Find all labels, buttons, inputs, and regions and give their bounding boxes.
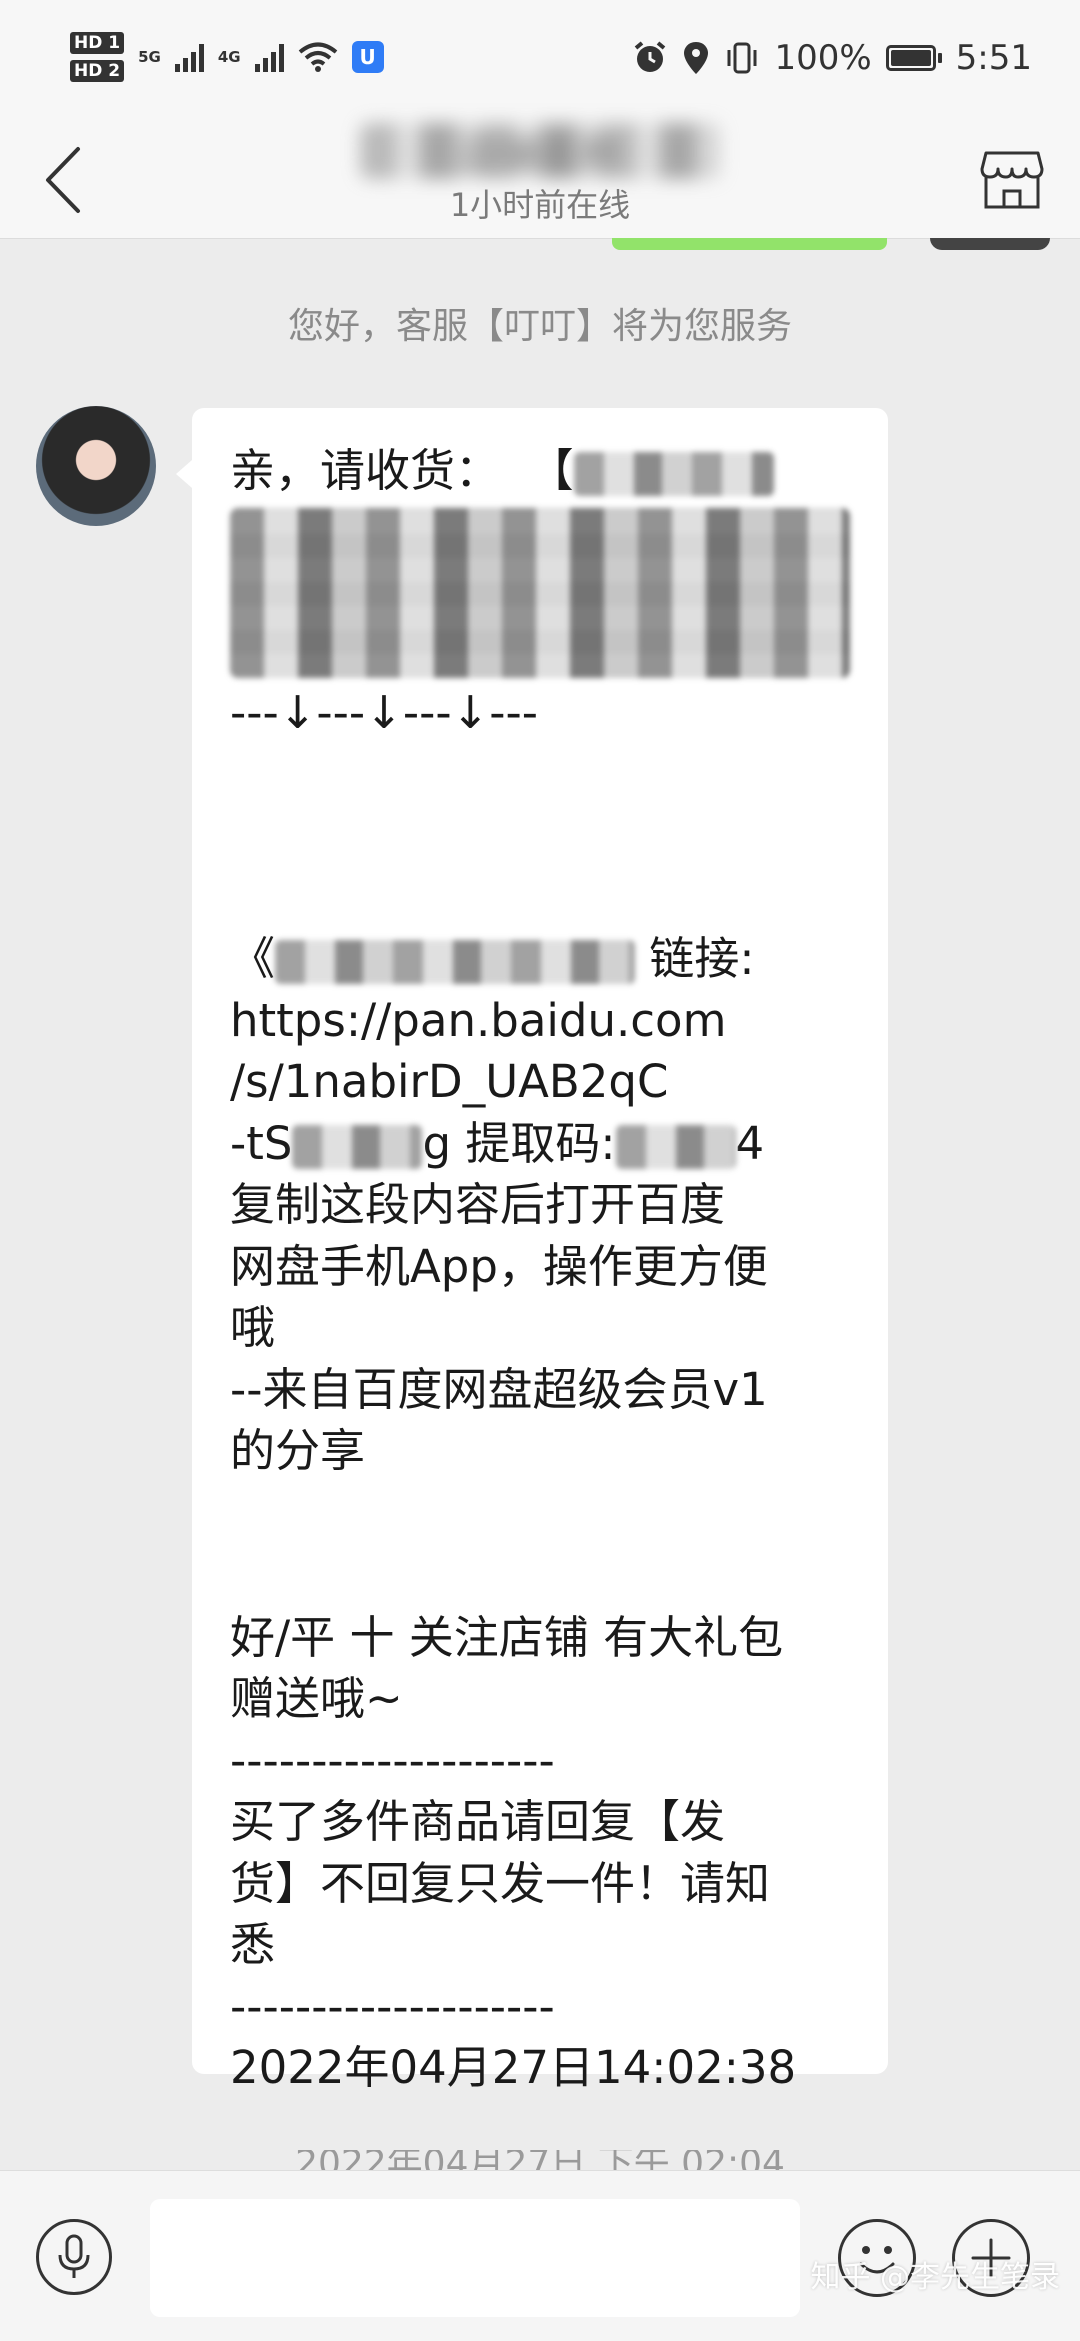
- redacted-mosaic: [292, 1124, 423, 1169]
- agent-avatar[interactable]: [36, 406, 156, 526]
- network-4g-label: 4G: [217, 48, 241, 66]
- previous-user-avatar: [930, 238, 1050, 250]
- copy-instruction-1: 复制这段内容后打开百度: [230, 1178, 726, 1231]
- message-input[interactable]: [150, 2199, 800, 2317]
- voice-button[interactable]: [36, 2219, 112, 2295]
- alarm-icon: [635, 41, 666, 72]
- link-label: 链接:: [649, 932, 755, 985]
- hd2-badge: HD 2: [70, 60, 125, 82]
- signal-icon-2: [254, 42, 284, 72]
- rule-line-2: --------------------: [230, 1979, 555, 2033]
- share-source-1: --来自百度网盘超级会员v1: [230, 1362, 768, 1416]
- notice-line-1: 买了多件商品请回复【发: [230, 1795, 726, 1848]
- redacted-mosaic: [275, 940, 636, 984]
- rule-line-1: --------------------: [230, 1733, 555, 1787]
- promo-line-1: 好/平 十 关注店铺 有大礼包: [230, 1610, 784, 1664]
- redacted-mosaic: [573, 452, 774, 496]
- network-5g-label: 5G: [138, 48, 161, 66]
- vibrate-icon: [727, 42, 757, 74]
- link-prefix: 《: [230, 932, 276, 985]
- battery-percent: 100%: [774, 38, 872, 78]
- storefront-icon: [980, 151, 1044, 209]
- watermark: 知乎 @李先生笔录: [810, 2260, 1060, 2295]
- bracket-text: 【: [528, 444, 574, 497]
- app-notification-icon: U: [351, 41, 384, 73]
- status-right: 100% 5:51: [632, 38, 1032, 78]
- chat-header: 店铺名称 1小时前在线: [0, 123, 1080, 239]
- hd1-badge: HD 1: [70, 32, 125, 54]
- share-url-line-3: -tS g 提取码: 4: [230, 1113, 858, 1175]
- signal-icon: [174, 42, 204, 72]
- notice-line-3: 悉: [230, 1918, 276, 1971]
- greeting-text: 亲，请收货：: [230, 444, 501, 497]
- system-message: 您好，客服【叮叮】将为您服务: [287, 306, 792, 347]
- code-label: 提取码:: [465, 1116, 616, 1170]
- wifi-icon: [298, 42, 337, 72]
- url-part: g: [422, 1116, 452, 1170]
- message-timestamp: 2022年04月27日14:02:38: [230, 2041, 797, 2094]
- status-bar: HD 1 HD 2 5G 4G U 100% 5:51: [0, 0, 1080, 125]
- clock: 5:51: [955, 38, 1032, 78]
- shop-button[interactable]: [972, 137, 1052, 223]
- notice-line-2: 货】不回复只发一件！请知: [230, 1856, 771, 1910]
- location-icon: [684, 42, 709, 74]
- redacted-mosaic-block: [230, 507, 850, 678]
- shop-name-title: 店铺名称: [360, 123, 720, 179]
- link-line: 《 链接:: [230, 928, 858, 990]
- divider-arrows: ---↓---↓---↓---: [230, 685, 538, 739]
- copy-instruction-2: 网盘手机App，操作更方便: [230, 1239, 768, 1293]
- promo-line-2: 赠送哦~: [230, 1672, 403, 1725]
- share-url-line-1[interactable]: https://pan.baidu.com: [230, 990, 858, 1052]
- microphone-icon: [58, 2234, 90, 2278]
- battery-icon: [885, 45, 942, 71]
- redacted-mosaic: [615, 1124, 736, 1169]
- message-line: 亲，请收货： 【: [230, 440, 858, 502]
- code-tail: 4: [735, 1116, 765, 1170]
- share-url-line-2[interactable]: /s/1nabirD_UAB2qC: [230, 1051, 858, 1113]
- status-left: HD 1 HD 2 5G 4G U: [70, 32, 384, 82]
- url-part: -tS: [230, 1116, 293, 1170]
- copy-instruction-3: 哦: [230, 1301, 276, 1354]
- message-bubble[interactable]: 亲，请收货： 【 ---↓---↓---↓--- 《 链接: https://p…: [176, 408, 888, 2094]
- share-source-2: 的分享: [230, 1424, 366, 1477]
- previous-message-bubble: [612, 238, 887, 250]
- hd-indicators: HD 1 HD 2: [70, 32, 125, 82]
- online-status: 1小时前在线: [449, 186, 631, 224]
